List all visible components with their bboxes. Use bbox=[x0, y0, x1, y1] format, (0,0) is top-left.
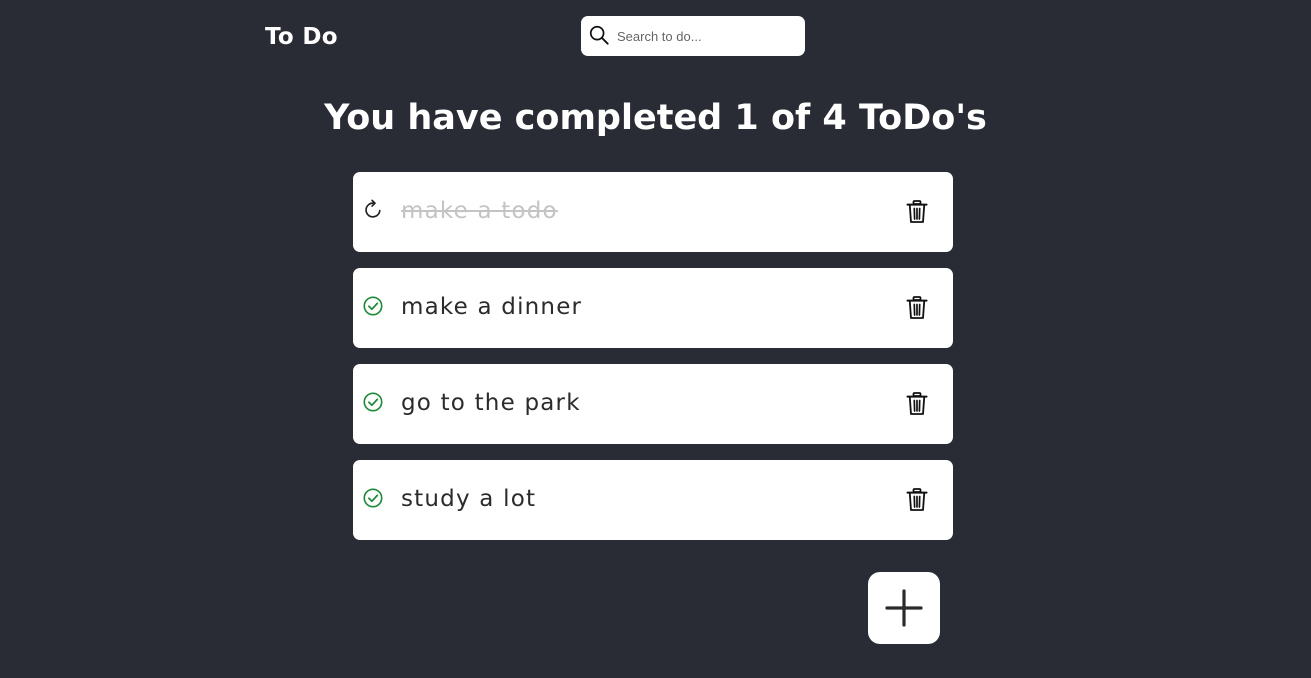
todo-item: go to the park bbox=[353, 364, 953, 444]
todo-item: make a dinner bbox=[353, 268, 953, 348]
trash-icon[interactable] bbox=[906, 296, 928, 320]
plus-icon bbox=[885, 589, 923, 627]
todo-text: go to the park bbox=[401, 390, 581, 416]
todo-text: study a lot bbox=[401, 486, 537, 512]
check-circle-icon[interactable] bbox=[362, 487, 384, 509]
trash-icon[interactable] bbox=[906, 200, 928, 224]
todo-item: study a lot bbox=[353, 460, 953, 540]
todo-item: make a todo bbox=[353, 172, 953, 252]
todo-text: make a dinner bbox=[401, 294, 583, 320]
search-box[interactable] bbox=[581, 16, 805, 56]
search-input[interactable] bbox=[617, 24, 797, 48]
check-circle-icon[interactable] bbox=[362, 391, 384, 413]
todo-text: make a todo bbox=[401, 198, 558, 224]
trash-icon[interactable] bbox=[906, 392, 928, 416]
check-circle-icon[interactable] bbox=[362, 295, 384, 317]
completion-summary: You have completed 1 of 4 ToDo's bbox=[324, 98, 987, 138]
trash-icon[interactable] bbox=[906, 488, 928, 512]
search-icon bbox=[589, 25, 609, 45]
app-title: To Do bbox=[265, 24, 338, 50]
todo-list: make a todo make a dinner go to the park… bbox=[353, 172, 953, 556]
undo-icon[interactable] bbox=[362, 199, 384, 221]
add-todo-button[interactable] bbox=[868, 572, 940, 644]
